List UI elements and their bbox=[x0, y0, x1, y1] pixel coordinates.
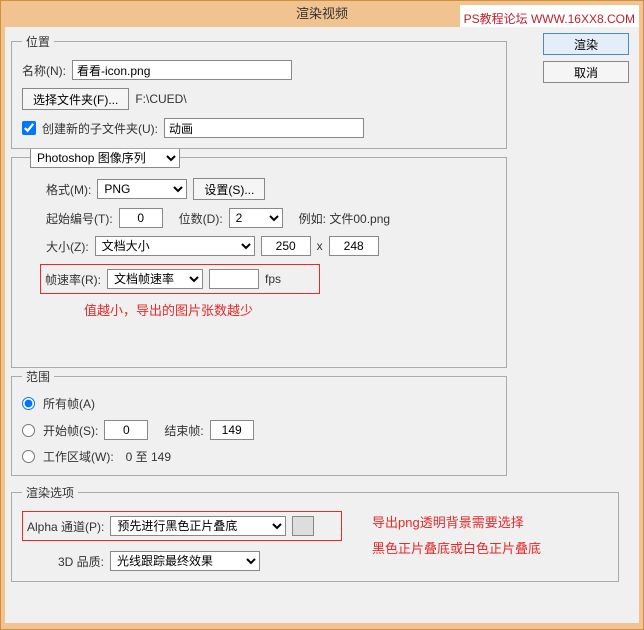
width-input[interactable] bbox=[261, 236, 311, 256]
folder-path-label: F:\CUED\ bbox=[135, 92, 186, 106]
size-select[interactable]: 文档大小 bbox=[95, 236, 255, 256]
digits-label: 位数(D): bbox=[179, 210, 223, 227]
quality-label: 3D 品质: bbox=[58, 553, 104, 570]
work-area-range: 0 至 149 bbox=[126, 448, 171, 465]
example-label: 例如: 文件00.png bbox=[299, 210, 390, 227]
alpha-label: Alpha 通道(P): bbox=[27, 518, 104, 535]
fps-select[interactable]: 文档帧速率 bbox=[107, 269, 203, 289]
height-input[interactable] bbox=[329, 236, 379, 256]
subfolder-input[interactable] bbox=[164, 118, 364, 138]
x-label: x bbox=[317, 239, 323, 253]
color-swatch[interactable] bbox=[292, 516, 314, 536]
end-frame-label: 结束帧: bbox=[164, 422, 203, 439]
start-frame-input[interactable] bbox=[104, 420, 148, 440]
dialog-content: 渲染 取消 位置 名称(N): 选择文件夹(F)... F:\CUED\ 创建新… bbox=[5, 27, 639, 623]
location-legend: 位置 bbox=[22, 33, 54, 50]
fps-annotation: 值越小，导出的图片张数越少 bbox=[84, 300, 496, 319]
fps-label: 帧速率(R): bbox=[45, 271, 101, 288]
render-button[interactable]: 渲染 bbox=[543, 33, 629, 55]
output-type-select[interactable]: Photoshop 图像序列 bbox=[30, 148, 180, 168]
main-column: 位置 名称(N): 选择文件夹(F)... F:\CUED\ 创建新的子文件夹(… bbox=[11, 33, 527, 476]
alpha-annotation-line1: 导出png透明背景需要选择 bbox=[372, 513, 524, 533]
start-frame-radio[interactable] bbox=[22, 424, 35, 437]
quality-select[interactable]: 光线跟踪最终效果 bbox=[110, 551, 260, 571]
start-number-label: 起始编号(T): bbox=[46, 210, 113, 227]
name-input[interactable] bbox=[72, 60, 292, 80]
work-area-radio[interactable] bbox=[22, 450, 35, 463]
settings-button[interactable]: 设置(S)... bbox=[193, 178, 265, 200]
range-legend: 范围 bbox=[22, 368, 54, 385]
alpha-select[interactable]: 预先进行黑色正片叠底 bbox=[110, 516, 286, 536]
start-frame-label: 开始帧(S): bbox=[43, 422, 98, 439]
range-fieldset: 范围 所有帧(A) 开始帧(S): 结束帧: 工作区域(W): 0 至 149 bbox=[11, 368, 507, 476]
alpha-highlight-box: Alpha 通道(P): 预先进行黑色正片叠底 bbox=[22, 511, 342, 541]
digits-select[interactable]: 2 bbox=[229, 208, 283, 228]
fps-highlight-box: 帧速率(R): 文档帧速率 fps bbox=[40, 264, 320, 294]
fps-input[interactable] bbox=[209, 269, 259, 289]
render-options-fieldset: 渲染选项 Alpha 通道(P): 预先进行黑色正片叠底 导出png透明背景需要… bbox=[11, 484, 619, 582]
render-options-legend: 渲染选项 bbox=[22, 484, 78, 501]
create-subfolder-label: 创建新的子文件夹(U): bbox=[42, 120, 158, 137]
create-subfolder-checkbox[interactable] bbox=[22, 121, 36, 135]
button-panel: 渲染 取消 bbox=[543, 33, 629, 89]
name-label: 名称(N): bbox=[22, 62, 66, 79]
window-title: 渲染视频 bbox=[296, 6, 348, 21]
format-label: 格式(M): bbox=[46, 181, 91, 198]
work-area-label: 工作区域(W): bbox=[43, 448, 114, 465]
all-frames-radio[interactable] bbox=[22, 397, 35, 410]
all-frames-label: 所有帧(A) bbox=[43, 395, 95, 412]
start-number-input[interactable] bbox=[119, 208, 163, 228]
render-video-dialog: 渲染视频 PS教程论坛 WWW.16XX8.COM 渲染 取消 位置 名称(N)… bbox=[0, 0, 644, 630]
fps-unit-label: fps bbox=[265, 272, 281, 286]
format-select[interactable]: PNG bbox=[97, 179, 187, 199]
alpha-annotation-line2: 黑色正片叠底或白色正片叠底 bbox=[372, 539, 541, 559]
cancel-button[interactable]: 取消 bbox=[543, 61, 629, 83]
sequence-fieldset: Photoshop 图像序列 格式(M): PNG 设置(S)... 起始编号(… bbox=[11, 157, 507, 368]
location-fieldset: 位置 名称(N): 选择文件夹(F)... F:\CUED\ 创建新的子文件夹(… bbox=[11, 33, 507, 149]
titlebar: 渲染视频 PS教程论坛 WWW.16XX8.COM bbox=[1, 1, 643, 27]
select-folder-button[interactable]: 选择文件夹(F)... bbox=[22, 88, 129, 110]
size-label: 大小(Z): bbox=[46, 238, 89, 255]
end-frame-input[interactable] bbox=[210, 420, 254, 440]
